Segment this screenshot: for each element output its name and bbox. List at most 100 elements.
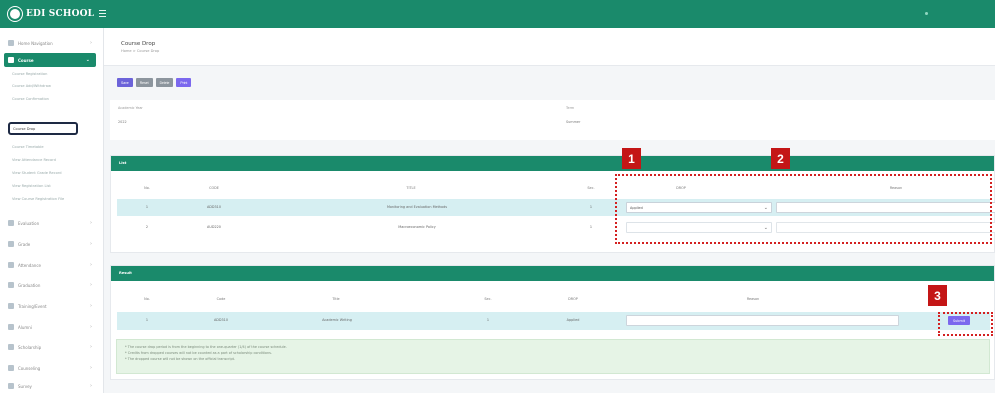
page-header: Course Drop Home > Course Drop	[104, 28, 995, 66]
notice-box: * The course drop period is from the beg…	[116, 339, 990, 374]
sidebar-item-training[interactable]: Training/Event ›	[0, 299, 104, 313]
subitem-course-timetable[interactable]: Course Timetable	[12, 145, 44, 149]
school-logo[interactable]: EDI SCHOOL	[8, 6, 94, 22]
row-code: ADD310	[206, 205, 221, 209]
sidebar-item-scholarship[interactable]: Scholarship ›	[0, 340, 104, 354]
pencil-icon	[8, 220, 14, 226]
annotation-dashed-box-submit	[938, 312, 993, 336]
sidebar-item-label: Alumni	[18, 324, 32, 330]
subitem-course-drop[interactable]: Course Drop	[8, 122, 78, 135]
award-icon	[8, 344, 14, 350]
chat-icon	[8, 365, 14, 371]
col-sec: Sec.	[587, 186, 595, 190]
sidebar-item-home[interactable]: Home Navigation ›	[0, 36, 104, 50]
col-no: No.	[144, 297, 150, 301]
sidebar-item-course[interactable]: Course ⌄	[4, 53, 96, 67]
row-code: AUD220	[207, 225, 221, 229]
subitem-registration-file[interactable]: View Course Registration File	[12, 197, 64, 201]
annotation-marker-2: 2	[771, 148, 790, 169]
breadcrumb[interactable]: Home > Course Drop	[121, 49, 159, 53]
result-panel-title: Result	[111, 266, 994, 281]
sidebar-item-survey[interactable]: Survey ›	[0, 379, 104, 393]
term-label: Term	[566, 106, 575, 110]
sidebar-item-label: Survey	[18, 383, 32, 389]
delete-button[interactable]: Delete	[155, 78, 174, 87]
reason-input[interactable]	[626, 315, 899, 326]
subitem-registration-list[interactable]: View Registration List	[12, 184, 51, 188]
notice-line: * Credits from dropped courses will not …	[125, 351, 272, 355]
page-title: Course Drop	[121, 41, 156, 47]
row-sec: 1	[589, 225, 593, 229]
list-panel-title: List	[111, 156, 994, 171]
col-code: Code	[216, 297, 226, 301]
annotation-marker-1: 1	[622, 148, 641, 169]
calendar-icon	[8, 303, 14, 309]
book-icon	[8, 57, 14, 63]
sidebar-item-label: Home Navigation	[18, 40, 53, 46]
sidebar: Home Navigation › Course ⌄ Course Registra…	[0, 28, 104, 393]
sidebar-item-label: Counseling	[18, 365, 41, 371]
notice-line: * The dropped course will not be shown o…	[125, 357, 236, 361]
academic-year-value: 2022	[118, 120, 127, 124]
col-sec: Sec.	[484, 297, 492, 301]
subitem-grade-record[interactable]: View Student Grade Record	[12, 171, 61, 175]
col-reason: Reason	[746, 297, 760, 301]
col-title: TITLE	[406, 186, 416, 190]
subitem-attendance-record[interactable]: View Attendance Record	[12, 158, 56, 162]
chevron-right-icon: ›	[90, 282, 92, 288]
row-sec: 1	[589, 205, 593, 209]
graduation-icon	[8, 282, 14, 288]
notice-line: * The course drop period is from the beg…	[125, 345, 287, 349]
subitem-label: Course Drop	[13, 126, 36, 131]
row-no: 2	[145, 225, 149, 229]
annotation-dashed-box	[615, 174, 992, 244]
sidebar-item-label: Course	[18, 57, 34, 63]
chevron-right-icon: ›	[90, 220, 92, 226]
chevron-right-icon: ›	[90, 262, 92, 268]
row-sec: 1	[486, 318, 490, 322]
user-status-icon[interactable]	[925, 12, 928, 15]
row-no: 1	[145, 205, 149, 209]
col-drop: DROP	[568, 297, 578, 301]
chevron-right-icon: ›	[90, 40, 92, 46]
chevron-right-icon: ›	[90, 303, 92, 309]
clipboard-icon	[8, 383, 14, 389]
sidebar-item-label: Training/Event	[18, 303, 47, 309]
chevron-right-icon: ›	[90, 241, 92, 247]
save-button[interactable]: Save	[117, 78, 133, 87]
sidebar-item-graduation[interactable]: Graduation ›	[0, 278, 104, 292]
row-code: ADD310	[213, 318, 228, 322]
menu-toggle-icon[interactable]	[99, 10, 106, 17]
col-code: CODE	[209, 186, 219, 190]
row-title: Macroeconomic Policy	[398, 225, 436, 229]
sidebar-item-label: Grade	[18, 241, 31, 247]
top-navbar: EDI SCHOOL	[0, 0, 995, 28]
chevron-right-icon: ›	[90, 324, 92, 330]
row-title: Monitoring and Evaluation Methods	[386, 205, 448, 209]
chevron-down-icon: ⌄	[85, 57, 90, 63]
row-drop: Applied	[566, 318, 580, 322]
print-button[interactable]: Print	[176, 78, 192, 87]
subitem-course-add-withdraw[interactable]: Course Add/Withdraw	[12, 84, 51, 88]
col-no: No.	[144, 186, 150, 190]
academic-year-label: Academic Year	[118, 106, 143, 110]
brand-name: EDI SCHOOL	[26, 9, 95, 19]
bar-chart-icon	[8, 262, 14, 268]
reset-button[interactable]: Reset	[135, 78, 153, 87]
term-value: Summer	[566, 120, 581, 124]
subitem-course-registration[interactable]: Course Registration	[12, 72, 47, 76]
sidebar-item-attendance[interactable]: Attendance ›	[0, 258, 104, 272]
sidebar-item-label: Evaluation	[18, 220, 40, 226]
sidebar-item-counseling[interactable]: Counseling ›	[0, 361, 104, 375]
sidebar-item-alumni[interactable]: Alumni ›	[0, 320, 104, 334]
row-no: 1	[145, 318, 149, 322]
term-info-card: Academic Year 2022 Term Summer	[110, 100, 995, 140]
users-icon	[8, 324, 14, 330]
subitem-course-confirmation[interactable]: Course Confirmation	[12, 97, 49, 101]
sidebar-item-grade[interactable]: Grade ›	[0, 237, 104, 251]
chevron-right-icon: ›	[90, 344, 92, 350]
toolbar: Save Reset Delete Print	[117, 78, 192, 87]
chevron-right-icon: ›	[90, 365, 92, 371]
sidebar-item-evaluation[interactable]: Evaluation ›	[0, 216, 104, 230]
chart-icon	[8, 241, 14, 247]
